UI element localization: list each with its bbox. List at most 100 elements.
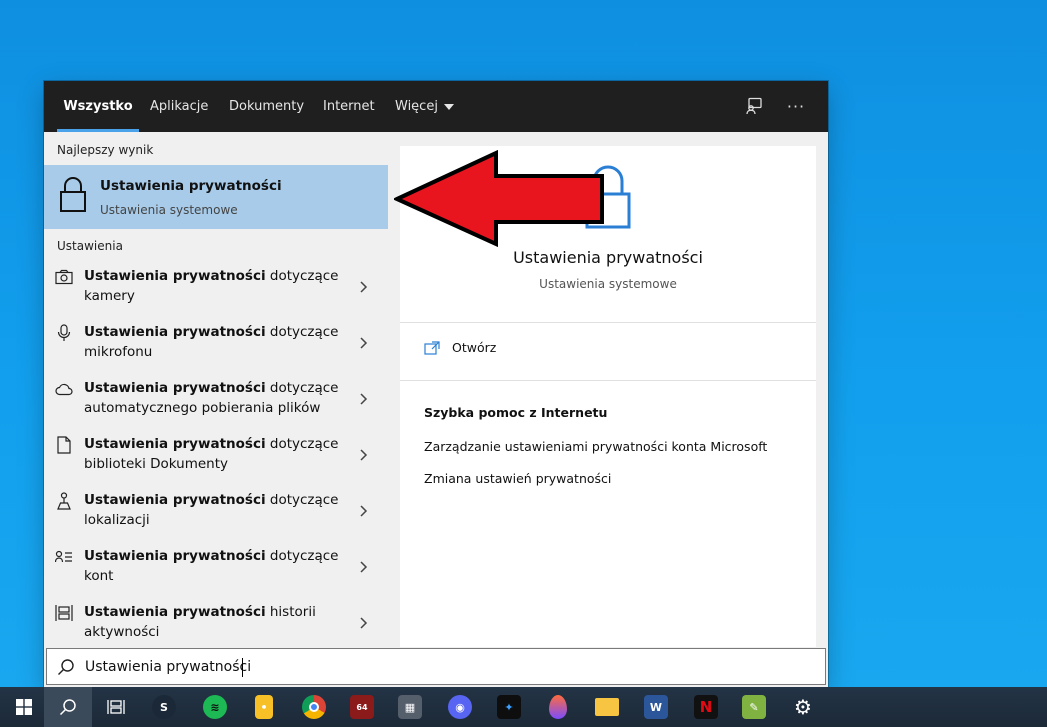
result-title-rest: dotyczące [265,324,339,340]
taskbar-search-button[interactable] [44,687,92,727]
taskbar-app-notepad[interactable]: ✎ [730,687,778,727]
netflix-icon: N [694,695,718,719]
taskbar-app-settings[interactable]: ⚙ [779,687,827,727]
tab-all[interactable]: Wszystko [57,81,139,132]
feedback-icon[interactable] [743,95,765,117]
taskbar-app-paint[interactable] [534,687,582,727]
taskbar-app-steam[interactable]: S [140,687,188,727]
result-title-rest: dotyczące [265,436,339,452]
result-title-line2: lokalizacji [84,512,150,528]
quick-help-title: Szybka pomoc z Internetu [424,405,608,420]
taskbar-app-netflix[interactable]: N [682,687,730,727]
result-title-bold: Ustawienia prywatności [84,436,266,452]
word-icon: W [644,695,668,719]
gear-icon: ⚙ [794,695,812,719]
cloud-icon [55,380,73,398]
microphone-icon [55,324,73,342]
help-link-microsoft-account[interactable]: Zarządzanie ustawieniami prywatności kon… [424,439,767,454]
help-link-change-privacy[interactable]: Zmiana ustawień prywatności [424,471,611,486]
taskbar-app-keep[interactable]: • [240,687,288,727]
result-title-line2: aktywności [84,624,160,640]
calculator-icon: ▦ [398,695,422,719]
result-title-rest: historii [265,604,316,620]
task-view-button[interactable] [92,687,140,727]
taskbar: S ≋ • 64 ▦ ◉ ✦ W N ✎ ⚙ [0,687,1047,727]
star-app-icon: ✦ [497,695,521,719]
task-view-icon [107,700,125,714]
result-title-rest: dotyczące [265,268,339,284]
result-title-rest: dotyczące [265,548,339,564]
taskbar-app-game[interactable]: 64 [338,687,386,727]
result-camera[interactable]: Ustawienia prywatności dotyczące kamery [44,264,388,318]
red-arrow-annotation [394,150,604,247]
tab-more[interactable]: Więcej [395,81,454,132]
settings-header: Ustawienia [57,239,123,253]
best-match-result[interactable]: Ustawienia prywatności Ustawienia system… [44,165,388,229]
result-accounts[interactable]: Ustawienia prywatności dotyczące kont [44,544,388,598]
result-title-rest: dotyczące [265,380,339,396]
taskbar-app-spotify[interactable]: ≋ [191,687,239,727]
start-button[interactable] [0,687,48,727]
tab-all-label: Wszystko [63,99,133,114]
result-title-bold: Ustawienia prywatności [84,492,266,508]
result-activity-history[interactable]: Ustawienia prywatności historii aktywnośc… [44,600,388,647]
result-location[interactable]: Ustawienia prywatności dotyczące lokaliza… [44,488,388,542]
result-title-line2: automatycznego pobierania plików [84,400,321,416]
taskbar-app-calculator[interactable]: ▦ [386,687,434,727]
result-title-bold: Ustawienia prywatności [84,604,266,620]
chevron-right-icon[interactable] [356,392,370,406]
open-label: Otwórz [452,340,497,355]
document-icon [55,436,73,454]
notes-icon: • [255,695,273,719]
tab-internet-label: Internet [323,99,375,114]
chrome-icon [302,695,326,719]
chevron-right-icon[interactable] [356,448,370,462]
chevron-right-icon[interactable] [356,336,370,350]
tab-documents[interactable]: Dokumenty [229,81,304,132]
best-match-title: Ustawienia prywatności [100,178,282,194]
results-list: Najlepszy wynik Ustawienia prywatności U… [44,132,388,647]
result-title-line2: kont [84,568,114,584]
result-title-line2: biblioteki Dokumenty [84,456,229,472]
result-automatic-downloads[interactable]: Ustawienia prywatności dotyczące automaty… [44,376,388,430]
taskbar-app-discord[interactable]: ◉ [436,687,484,727]
result-title-line2: kamery [84,288,135,304]
preview-subtitle: Ustawienia systemowe [539,277,677,291]
lock-icon [60,177,86,212]
tab-apps[interactable]: Aplikacje [150,81,208,132]
search-input[interactable] [85,655,805,679]
tab-internet[interactable]: Internet [323,81,375,132]
preview-title: Ustawienia prywatności [513,248,703,267]
more-options-icon[interactable]: ··· [785,95,807,117]
result-title-line2: mikrofonu [84,344,153,360]
camera-icon [55,268,73,286]
result-documents-library[interactable]: Ustawienia prywatności dotyczące bibliote… [44,432,388,486]
taskbar-app-word[interactable]: W [632,687,680,727]
divider [400,380,816,381]
accounts-icon [55,548,73,566]
text-cursor [242,658,243,677]
folder-icon [595,698,619,716]
divider [400,322,816,323]
open-icon [424,340,440,355]
chevron-right-icon[interactable] [356,504,370,518]
search-box[interactable] [46,648,826,685]
chevron-right-icon[interactable] [356,280,370,294]
taskbar-app-explorer[interactable] [583,687,631,727]
tab-documents-label: Dokumenty [229,99,305,114]
location-icon [55,492,73,510]
chevron-right-icon[interactable] [356,616,370,630]
search-tabs-bar: Wszystko Aplikacje Dokumenty Internet Wi… [44,81,828,132]
search-icon [58,659,74,675]
taskbar-app-vs[interactable]: ✦ [485,687,533,727]
steam-icon: S [152,695,176,719]
taskbar-app-chrome[interactable] [290,687,338,727]
result-title-bold: Ustawienia prywatności [84,380,266,396]
windows-logo-icon [16,699,32,715]
result-microphone[interactable]: Ustawienia prywatności dotyczące mikrofon… [44,320,388,374]
search-icon [59,699,76,716]
activity-history-icon [55,604,73,622]
best-match-subtitle: Ustawienia systemowe [100,203,238,217]
chevron-right-icon[interactable] [356,560,370,574]
open-button[interactable]: Otwórz [424,340,496,355]
